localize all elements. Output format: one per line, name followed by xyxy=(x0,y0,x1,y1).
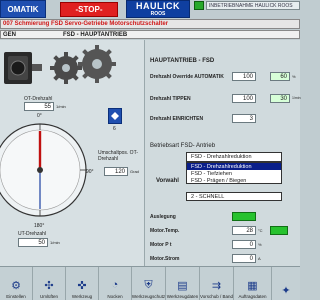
message-bar: 007 Schmierung FSD Servo-Getriebe Motors… xyxy=(0,19,300,29)
toolbar-label-umlueften: Umlüften xyxy=(39,294,58,299)
load-label: Auslegung xyxy=(150,214,176,220)
dial-label-90: 90° xyxy=(86,169,94,175)
info-button[interactable] xyxy=(108,108,122,124)
motor-pt-value: 0 xyxy=(232,240,256,249)
toolbar-label-nocken: Nocken xyxy=(107,294,123,299)
motor-temp-unit: °C xyxy=(258,228,263,233)
toolbar-label-auftragsdaten: Auftragsdaten xyxy=(238,294,267,299)
arrow-icon xyxy=(111,112,119,120)
motor-pt-label: Motor P t xyxy=(150,242,172,248)
right-panel-heading: HAUPTANTRIEB - FSD xyxy=(150,58,215,64)
toolbar-label-einstellen: Einstellen xyxy=(6,294,26,299)
motor-temp-label: Motor.Temp. xyxy=(150,228,180,234)
operating-mode-label: Betriebsart FSD- Antrieb xyxy=(150,143,216,149)
toolbar-button-vorschub[interactable]: ⇉ Vorschub / Band xyxy=(200,267,234,300)
bottom-toolbar: ⚙ Einstellen ✣ Umlüften ✜ Werkzeug ◔ Noc… xyxy=(0,266,300,300)
angle-switch-unit: Grad xyxy=(130,169,139,174)
setup-speed-input[interactable]: 3 xyxy=(232,114,256,123)
drive-illustration xyxy=(4,45,116,84)
angle-dial xyxy=(0,123,87,217)
override-auto-actual: 60 xyxy=(270,72,290,81)
override-auto-input[interactable]: 100 xyxy=(232,72,256,81)
motor-pt-unit: % xyxy=(258,242,262,247)
order-icon: ▦ xyxy=(247,279,258,292)
toolbar-label-vorschub: Vorschub / Band xyxy=(199,294,234,299)
toolbar-button-werkzeugdaten[interactable]: ▤ Werkzeugdaten xyxy=(166,267,200,300)
page-title: FSD - HAUPTANTRIEB xyxy=(63,31,128,38)
toolbar-label-werkzeug: Werkzeug xyxy=(71,294,93,299)
ut-speed-unit: 1/min xyxy=(50,240,60,245)
preselect-label: Vorwahl xyxy=(156,178,179,184)
motor-current-unit: A xyxy=(258,256,261,261)
angle-switch-label: Umschaltpos. OT-Drehzahl xyxy=(98,150,139,162)
dial-label-0: 0° xyxy=(37,113,42,119)
feed-icon: ⇉ xyxy=(211,279,222,292)
cam-icon: ◔ xyxy=(111,279,119,291)
toolbar-label-werkzeugschutz: Werkzeugschutz xyxy=(131,294,166,299)
toolbar-button-nocken[interactable]: ◔ Nocken xyxy=(99,267,132,300)
data-icon: ▤ xyxy=(177,279,188,292)
status-box: INBETRIEBNAHME HAULICK ROOS xyxy=(206,1,300,10)
mode-option-emboss[interactable]: FSD - Prägen / Biegen xyxy=(187,177,281,184)
stop-button[interactable]: -STOP- xyxy=(60,2,118,17)
mode-option-deep-draw[interactable]: FSD - Tiefziehen xyxy=(187,170,281,177)
toolbar-button-werkzeugschutz[interactable]: ⛨ Werkzeugschutz xyxy=(132,267,166,300)
jog-speed-actual: 30 xyxy=(270,94,290,103)
tool-icon: ✜ xyxy=(77,279,87,292)
toolbar-button-auftragsdaten[interactable]: ▦ Auftragsdaten xyxy=(234,267,272,300)
load-indicator xyxy=(232,212,256,221)
jog-speed-unit: 1/min xyxy=(292,96,301,100)
fan-icon: ✣ xyxy=(44,279,54,292)
operating-mode-select[interactable]: FSD - Drehzahlreduktion xyxy=(186,152,282,162)
toolbar-button-umlueften[interactable]: ✣ Umlüften xyxy=(33,267,66,300)
ot-speed-input[interactable]: 55 xyxy=(24,102,54,111)
setup-speed-label: Drehzahl EINRICHTEN xyxy=(150,116,204,122)
settings-icon: ⚙ xyxy=(11,279,21,292)
jog-speed-input[interactable]: 100 xyxy=(232,94,256,103)
jog-speed-label: Drehzahl TIPPEN xyxy=(150,96,191,102)
page-title-left: GEN xyxy=(3,31,17,38)
toolbar-label-werkzeugdaten: Werkzeugdaten xyxy=(166,294,199,299)
ut-speed-label: UT-Drehzahl xyxy=(18,231,47,237)
speed-select[interactable]: 2 - SCHNELL xyxy=(186,192,282,201)
company-logo: HAULICK ROOS xyxy=(126,0,190,18)
ut-speed-input[interactable]: 50 xyxy=(18,238,48,247)
operating-mode-options: FSD - Drehzahlreduktion FSD - Tiefziehen… xyxy=(186,162,282,184)
toolbar-button-werkzeug[interactable]: ✜ Werkzeug xyxy=(66,267,99,300)
title-bar: GEN FSD - HAUPTANTRIEB xyxy=(0,30,300,39)
dial-label-180: 180° xyxy=(34,223,45,229)
automatic-mode-button[interactable]: OMATIK xyxy=(0,0,46,18)
motor-temp-value: 28 xyxy=(232,226,256,235)
override-auto-unit: % xyxy=(292,74,296,79)
info-button-label: 6 xyxy=(113,126,116,132)
motor-current-value: 0 xyxy=(232,254,256,263)
misc-icon: ✦ xyxy=(281,284,291,297)
shield-icon: ⛨ xyxy=(144,278,153,291)
motor-temp-indicator xyxy=(270,226,288,235)
angle-switch-input[interactable]: 120 xyxy=(104,167,128,176)
motor-current-label: Motor.Strom xyxy=(150,256,180,262)
mode-option-reduction[interactable]: FSD - Drehzahlreduktion xyxy=(187,163,281,170)
ot-speed-unit: 1/min xyxy=(56,104,66,109)
toolbar-button-einstellen[interactable]: ⚙ Einstellen xyxy=(0,267,33,300)
operating-mode-value: FSD - Drehzahlreduktion xyxy=(191,154,252,160)
status-led-icon xyxy=(194,1,204,10)
override-auto-label: Drehzahl Override AUTOMATIK xyxy=(150,74,224,80)
toolbar-button-misc[interactable]: ✦ xyxy=(272,267,300,300)
speed-select-value: 2 - SCHNELL xyxy=(191,193,225,200)
